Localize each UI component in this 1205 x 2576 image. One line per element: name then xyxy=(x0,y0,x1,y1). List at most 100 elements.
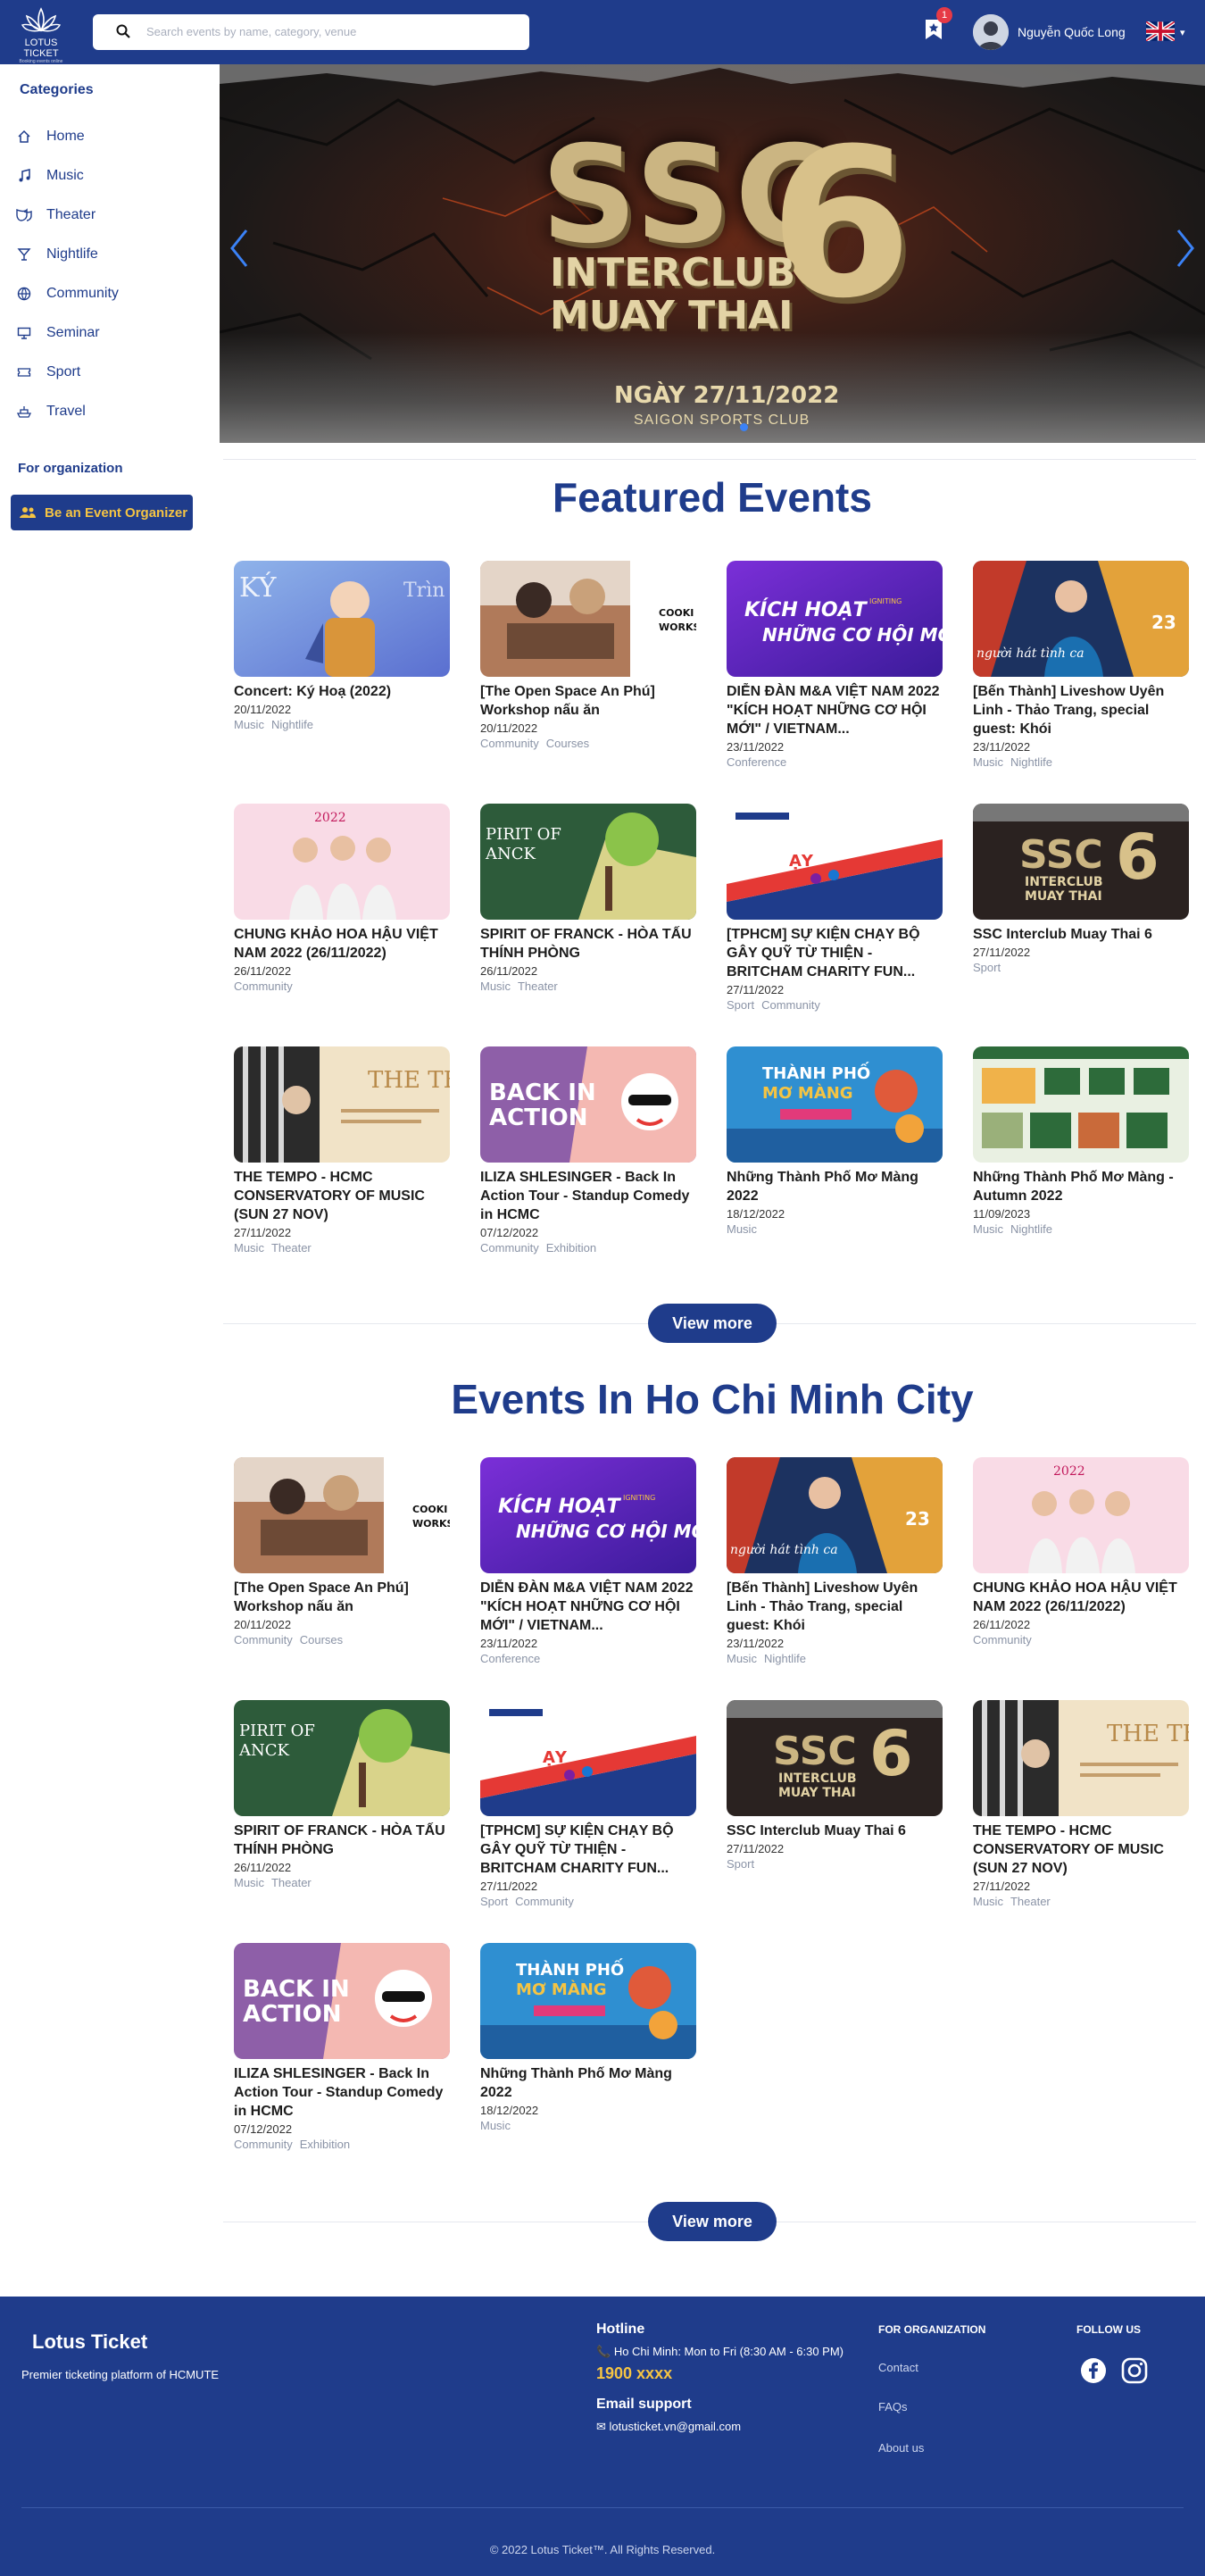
footer-link-faqs[interactable]: FAQs xyxy=(878,2400,908,2413)
event-card[interactable]: THÀNH PHỐ MƠ MÀNG Những Thành Phố Mơ Màng… xyxy=(727,1046,943,1236)
event-tag[interactable]: Music xyxy=(234,718,264,731)
event-card[interactable]: COOKI WORKS [The Open Space An Phú] Worksh… xyxy=(234,1457,450,1646)
event-title[interactable]: DIỄN ĐÀN M&A VIỆT NAM 2022 "KÍCH HOẠT NH… xyxy=(480,1579,696,1635)
event-title[interactable]: ILIZA SHLESINGER - Back In Action Tour -… xyxy=(480,1168,696,1224)
event-tag[interactable]: Community xyxy=(480,1241,539,1255)
user-avatar[interactable] xyxy=(973,14,1009,50)
instagram-icon[interactable] xyxy=(1121,2357,1148,2388)
event-thumbnail[interactable]: THE TEMP xyxy=(973,1700,1189,1816)
event-thumbnail[interactable]: BACK IN ACTION xyxy=(480,1046,696,1163)
email-address[interactable]: lotusticket.vn@gmail.com xyxy=(610,2420,742,2433)
event-thumbnail[interactable]: PIRIT OF ANCK xyxy=(480,804,696,920)
event-card[interactable]: KÍCH HOẠT NHỮNG CƠ HỘI MỚI IGNITING DIỄN Đ… xyxy=(480,1457,696,1665)
event-tag[interactable]: Music xyxy=(234,1241,264,1255)
event-tag[interactable]: Theater xyxy=(518,980,558,993)
sidebar-item-nightlife[interactable]: Nightlife xyxy=(14,241,218,268)
event-card[interactable]: SSC 6 INTERCLUB MUAY THAI SSC Interclub Mua… xyxy=(973,804,1189,974)
event-thumbnail[interactable]: THE TEMP xyxy=(234,1046,450,1163)
event-tag[interactable]: Music xyxy=(973,1895,1003,1908)
event-thumbnail[interactable]: 2022 xyxy=(973,1457,1189,1573)
event-card[interactable]: BACK IN ACTION ILIZA SHLESINGER - Back In… xyxy=(480,1046,696,1255)
event-tag[interactable]: Conference xyxy=(480,1652,540,1665)
event-card[interactable]: SSC 6 INTERCLUB MUAY THAI SSC Interclub Mua… xyxy=(727,1700,943,1871)
event-thumbnail[interactable]: KÍCH HOẠT NHỮNG CƠ HỘI MỚI IGNITING xyxy=(480,1457,696,1573)
notification-button[interactable]: 1 xyxy=(924,7,952,46)
event-title[interactable]: Concert: Ký Hoạ (2022) xyxy=(234,682,450,701)
event-thumbnail[interactable]: SSC 6 INTERCLUB MUAY THAI xyxy=(727,1700,943,1816)
event-tag[interactable]: Music xyxy=(973,1222,1003,1236)
facebook-icon[interactable] xyxy=(1080,2357,1107,2388)
carousel-indicator-dot[interactable] xyxy=(740,423,748,431)
event-tag[interactable]: Music xyxy=(727,1222,757,1236)
featured-view-more-button[interactable]: View more xyxy=(648,1304,777,1343)
event-tag[interactable]: Courses xyxy=(300,1633,343,1646)
event-tag[interactable]: Sport xyxy=(727,1857,754,1871)
footer-link-about[interactable]: About us xyxy=(878,2441,924,2455)
site-logo[interactable]: LOTUS TICKET Booking events online xyxy=(7,5,75,64)
user-name[interactable]: Nguyễn Quốc Long xyxy=(1018,25,1126,39)
event-title[interactable]: CHUNG KHẢO HOA HẬU VIỆT NAM 2022 (26/11/… xyxy=(234,925,450,963)
event-card[interactable]: BACK IN ACTION ILIZA SHLESINGER - Back In… xyxy=(234,1943,450,2151)
event-thumbnail[interactable]: SSC 6 INTERCLUB MUAY THAI xyxy=(973,804,1189,920)
event-tag[interactable]: Music xyxy=(973,755,1003,769)
event-tag[interactable]: Community xyxy=(480,737,539,750)
event-title[interactable]: SPIRIT OF FRANCK - HÒA TẤU THÍNH PHÒNG xyxy=(234,1822,450,1859)
event-tag[interactable]: Nightlife xyxy=(1010,755,1052,769)
event-title[interactable]: CHUNG KHẢO HOA HẬU VIỆT NAM 2022 (26/11/… xyxy=(973,1579,1189,1616)
event-title[interactable]: [TPHCM] SỰ KIỆN CHẠY BỘ GÂY QUỸ TỪ THIỆN… xyxy=(480,1822,696,1878)
event-title[interactable]: THE TEMPO - HCMC CONSERVATORY OF MUSIC (… xyxy=(234,1168,450,1224)
event-card[interactable]: KÍCH HOẠT NHỮNG CƠ HỘI MỚI IGNITING DIỄN Đ… xyxy=(727,561,943,769)
event-thumbnail[interactable]: BACK IN ACTION xyxy=(234,1943,450,2059)
sidebar-item-home[interactable]: Home xyxy=(14,123,218,150)
event-tag[interactable]: Community xyxy=(761,998,820,1012)
event-thumbnail[interactable]: PIRIT OF ANCK xyxy=(234,1700,450,1816)
event-tag[interactable]: Exhibition xyxy=(546,1241,596,1255)
event-thumbnail[interactable]: KÍCH HOẠT NHỮNG CƠ HỘI MỚI IGNITING xyxy=(727,561,943,677)
event-thumbnail[interactable]: ẠY xyxy=(480,1700,696,1816)
event-tag[interactable]: Theater xyxy=(271,1241,312,1255)
sidebar-item-sport[interactable]: Sport xyxy=(14,359,218,386)
event-tag[interactable]: Community xyxy=(234,2138,293,2151)
hotline-number[interactable]: 1900 xxxx xyxy=(596,2364,672,2383)
sidebar-item-music[interactable]: Music xyxy=(14,163,218,189)
event-title[interactable]: [The Open Space An Phú] Workshop nấu ăn xyxy=(480,682,696,720)
sidebar-item-theater[interactable]: Theater xyxy=(14,202,218,229)
event-card[interactable]: người hát tình ca 23 [Bến Thành] Liveshow … xyxy=(727,1457,943,1665)
event-thumbnail[interactable]: người hát tình ca 23 xyxy=(973,561,1189,677)
event-card[interactable]: 2022 CHUNG KHẢO HOA HẬU VIỆT NAM 2022 (2… xyxy=(234,804,450,993)
event-card[interactable]: ẠY [TPHCM] SỰ KIỆN CHẠY BỘ GÂY QUỸ TỪ THI… xyxy=(727,804,943,1012)
event-tag[interactable]: Conference xyxy=(727,755,786,769)
event-title[interactable]: [TPHCM] SỰ KIỆN CHẠY BỘ GÂY QUỸ TỪ THIỆN… xyxy=(727,925,943,981)
event-tag[interactable]: Community xyxy=(234,1633,293,1646)
event-tag[interactable]: Community xyxy=(515,1895,574,1908)
sidebar-item-community[interactable]: Community xyxy=(14,280,218,307)
event-title[interactable]: Những Thành Phố Mơ Màng 2022 xyxy=(480,2064,696,2102)
event-tag[interactable]: Nightlife xyxy=(1010,1222,1052,1236)
event-tag[interactable]: Music xyxy=(480,2119,511,2132)
event-title[interactable]: SPIRIT OF FRANCK - HÒA TẤU THÍNH PHÒNG xyxy=(480,925,696,963)
event-tag[interactable]: Community xyxy=(973,1633,1032,1646)
event-thumbnail[interactable]: COOKI WORKS xyxy=(480,561,696,677)
event-title[interactable]: Những Thành Phố Mơ Màng 2022 xyxy=(727,1168,943,1205)
event-title[interactable]: Những Thành Phố Mơ Màng - Autumn 2022 xyxy=(973,1168,1189,1205)
event-card[interactable]: ẠY [TPHCM] SỰ KIỆN CHẠY BỘ GÂY QUỸ TỪ THI… xyxy=(480,1700,696,1908)
event-tag[interactable]: Sport xyxy=(727,998,754,1012)
event-title[interactable]: SSC Interclub Muay Thai 6 xyxy=(973,925,1189,944)
carousel-prev-button[interactable] xyxy=(229,229,248,279)
event-tag[interactable]: Community xyxy=(234,980,293,993)
event-title[interactable]: ILIZA SHLESINGER - Back In Action Tour -… xyxy=(234,2064,450,2121)
event-tag[interactable]: Theater xyxy=(271,1876,312,1889)
event-card[interactable]: COOKI WORKS [The Open Space An Phú] Worksh… xyxy=(480,561,696,750)
sidebar-item-seminar[interactable]: Seminar xyxy=(14,320,218,346)
event-card[interactable]: THE TEMP THE TEMPO - HCMC CONSERVATORY OF… xyxy=(234,1046,450,1255)
carousel-next-button[interactable] xyxy=(1176,229,1196,279)
event-card[interactable]: THÀNH PHỐ MƠ MÀNG Những Thành Phố Mơ Màng… xyxy=(480,1943,696,2132)
language-selector[interactable] xyxy=(1144,20,1176,43)
event-tag[interactable]: Sport xyxy=(480,1895,508,1908)
event-tag[interactable]: Music xyxy=(480,980,511,993)
event-card[interactable]: PIRIT OF ANCK SPIRIT OF FRANCK - HÒA TẤU T… xyxy=(234,1700,450,1889)
event-card[interactable]: KÝ Trìn Concert: Ký Hoạ (2022) 20/11/2022 Mu… xyxy=(234,561,450,731)
event-tag[interactable]: Exhibition xyxy=(300,2138,350,2151)
event-thumbnail[interactable]: KÝ Trìn xyxy=(234,561,450,677)
event-title[interactable]: [Bến Thành] Liveshow Uyên Linh - Thảo Tr… xyxy=(973,682,1189,738)
